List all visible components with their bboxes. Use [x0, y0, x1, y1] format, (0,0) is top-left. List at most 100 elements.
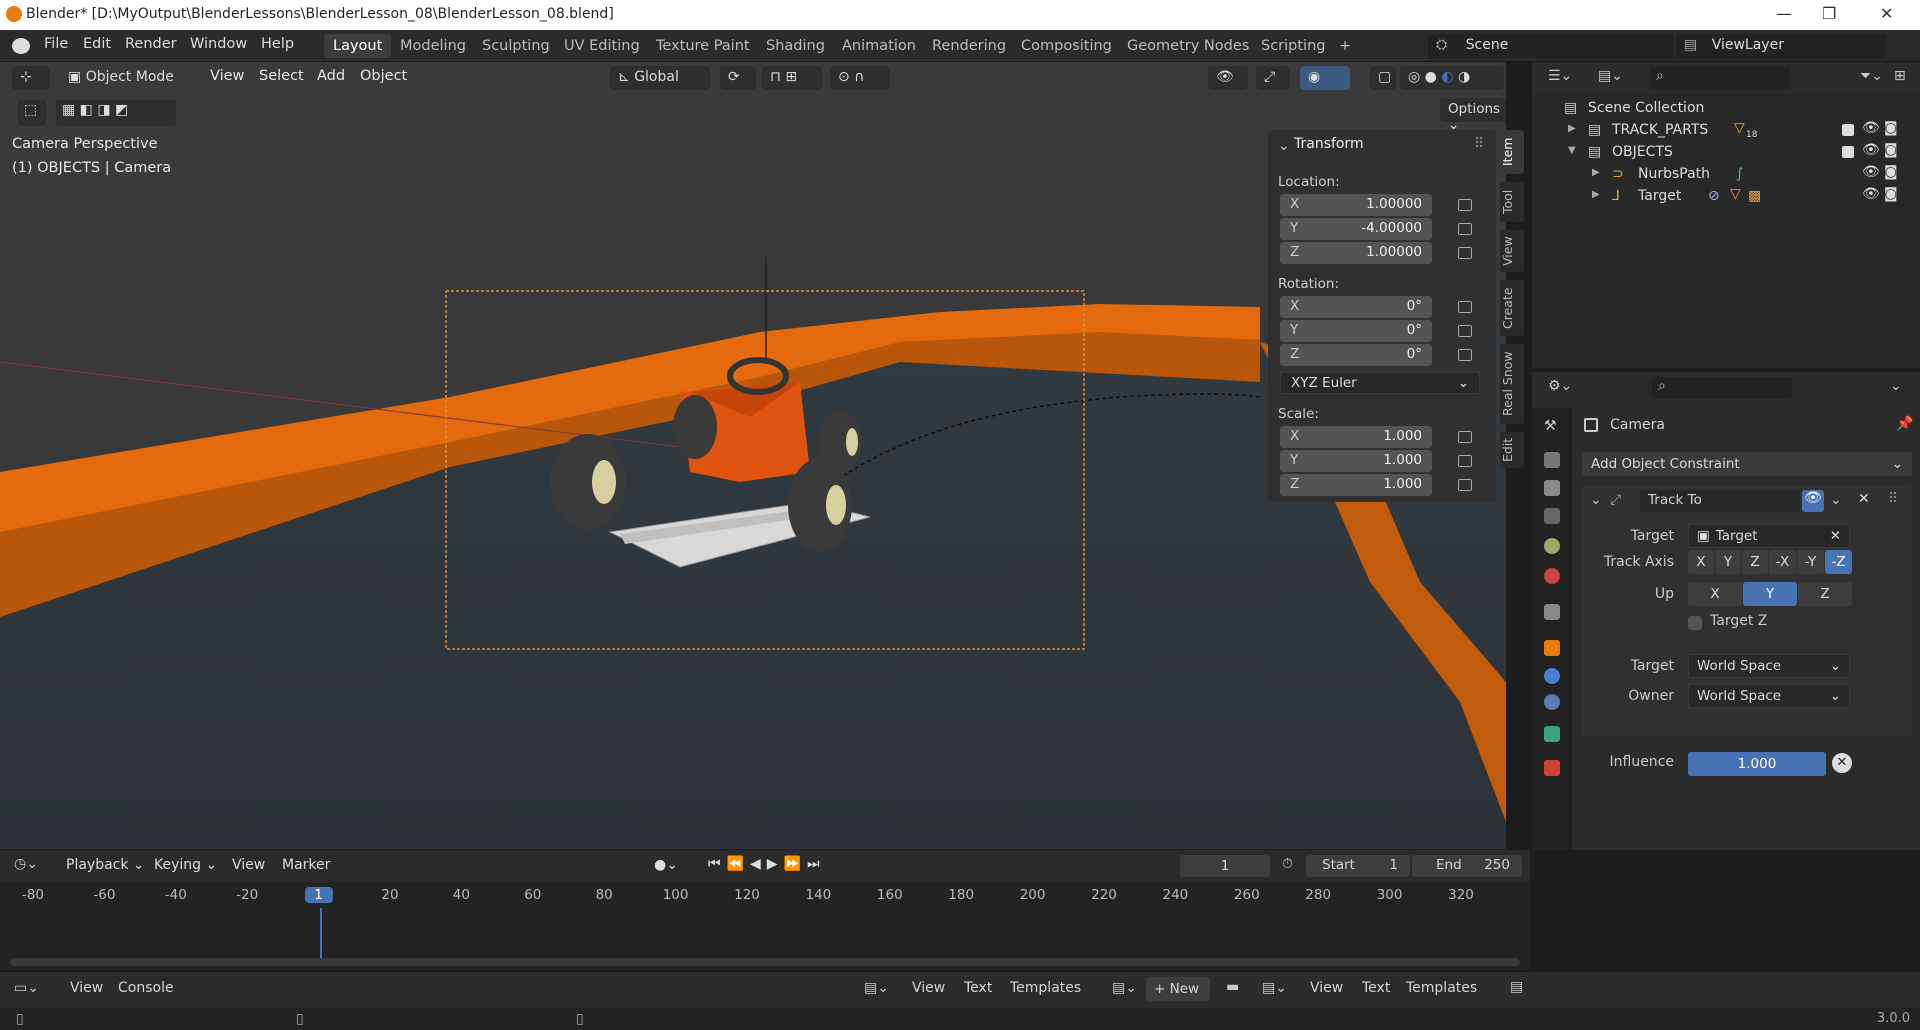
up-axis-z-button[interactable]: Z — [1798, 582, 1852, 606]
editor-type-icon[interactable]: ⊹ — [12, 66, 50, 90]
view-layer-selector[interactable]: ▤ ViewLayer — [1676, 34, 1886, 58]
text2-menu-templates[interactable]: Templates — [1406, 980, 1477, 996]
add-workspace-button[interactable]: + — [1330, 34, 1360, 58]
properties-editor-icon[interactable]: ⚙⌄ — [1548, 378, 1572, 394]
scene-tab-icon[interactable] — [1544, 538, 1560, 554]
menu-render[interactable]: Render — [125, 36, 177, 52]
constraint-name-input[interactable]: Track To — [1640, 490, 1800, 512]
select-mode-icons[interactable]: ▦ ◧ ◨ ◩ — [56, 100, 176, 126]
lock-icon[interactable] — [1458, 431, 1472, 443]
filter-icon[interactable]: ⏷⌄ — [1860, 68, 1883, 84]
location-z-field[interactable]: Z 1.00000 — [1280, 242, 1432, 264]
menu-file[interactable]: File — [44, 36, 68, 52]
outliner-row-track-parts[interactable]: ▶ ▤ TRACK_PARTS ▽ 18 👁 ◙ — [1532, 120, 1920, 142]
timeline-menu-playback[interactable]: Playback ⌄ — [66, 857, 145, 873]
physics-tab-icon[interactable] — [1544, 668, 1560, 684]
console-editor-icon[interactable]: ▭⌄ — [14, 980, 39, 996]
pin-icon[interactable]: 📌 — [1896, 416, 1913, 432]
properties-search-input[interactable]: ⌕ — [1652, 377, 1792, 399]
viewport-menu-object[interactable]: Object — [360, 68, 407, 84]
collection-tab-icon[interactable] — [1544, 604, 1560, 620]
timeline-menu-keying[interactable]: Keying ⌄ — [154, 857, 217, 873]
tab-texture-paint[interactable]: Texture Paint — [647, 34, 759, 58]
new-text-button[interactable]: + New — [1146, 977, 1210, 1001]
owner-space-dropdown[interactable]: World Space ⌄ — [1688, 684, 1850, 708]
eye-icon[interactable]: 👁 — [1862, 120, 1880, 136]
target-object-field[interactable]: ▣ Target ✕ — [1688, 524, 1850, 548]
tab-uv-editing[interactable]: UV Editing — [555, 34, 649, 58]
drag-handle-icon[interactable]: ⠿ — [1474, 136, 1484, 152]
visibility-icon[interactable]: 👁 — [1208, 66, 1248, 90]
chevron-down-icon[interactable]: ⌄ — [1890, 378, 1902, 394]
lock-icon[interactable] — [1458, 301, 1472, 313]
rotation-y-field[interactable]: Y 0° — [1280, 320, 1432, 342]
texture-tab-icon[interactable] — [1544, 760, 1560, 776]
text-menu-text[interactable]: Text — [964, 980, 992, 996]
pivot-icon[interactable]: ⟳ — [720, 66, 756, 90]
chevron-down-icon[interactable]: ⌄ — [1830, 492, 1842, 508]
tab-layout[interactable]: Layout — [324, 34, 392, 58]
checkbox-icon[interactable] — [1842, 124, 1854, 136]
camera-render-icon[interactable]: ◙ — [1884, 142, 1898, 158]
eye-icon[interactable]: 👁 — [1862, 142, 1880, 158]
viewport-menu-add[interactable]: Add — [317, 68, 345, 84]
outliner-row-target[interactable]: ▶ ⅃ Target ⊘ ▽ ▩ 👁 ◙ — [1532, 186, 1920, 208]
camera-data-tab-icon[interactable] — [1544, 726, 1560, 742]
rotation-mode-dropdown[interactable]: XYZ Euler ⌄ — [1280, 372, 1480, 394]
outliner-row-nurbspath[interactable]: ▶ ⊃ NurbsPath ∫ 👁 ◙ — [1532, 164, 1920, 186]
proportional-edit-icon[interactable]: ⊙ ∩ — [830, 66, 890, 90]
tab-create[interactable]: Create — [1500, 280, 1524, 336]
snap-icon[interactable]: ⊓ ⊞ — [762, 66, 822, 90]
sidebar-toggle-icon[interactable]: ▤ — [1510, 979, 1523, 995]
console-menu-console[interactable]: Console — [118, 980, 174, 996]
expand-arrow-icon[interactable]: ▶ — [1592, 189, 1600, 200]
eye-icon[interactable]: 👁 — [1862, 186, 1880, 202]
target-space-dropdown[interactable]: World Space ⌄ — [1688, 654, 1850, 678]
maximize-button[interactable]: ❐ — [1822, 4, 1836, 23]
outliner-row-scene-collection[interactable]: ▤ Scene Collection — [1532, 98, 1920, 120]
end-frame-field[interactable]: End 250 — [1412, 855, 1522, 877]
tab-sculpting[interactable]: Sculpting — [473, 34, 559, 58]
enable-constraint-eye-icon[interactable]: 👁 — [1802, 490, 1824, 512]
location-y-field[interactable]: Y -4.00000 — [1280, 218, 1432, 240]
tab-modeling[interactable]: Modeling — [391, 34, 475, 58]
render-tab-icon[interactable] — [1544, 452, 1560, 468]
start-frame-field[interactable]: Start 1 — [1306, 855, 1410, 877]
track-axis-neg-y-button[interactable]: -Y — [1797, 550, 1824, 574]
timeline-scrollbar[interactable] — [10, 958, 1520, 966]
tab-edit[interactable]: Edit — [1500, 432, 1524, 468]
eye-icon[interactable]: 👁 — [1862, 164, 1880, 180]
clear-icon[interactable]: ✕ — [1830, 528, 1841, 544]
constraint-tab-icon[interactable] — [1544, 694, 1560, 710]
output-tab-icon[interactable] — [1544, 480, 1560, 496]
lock-icon[interactable] — [1458, 199, 1472, 211]
text2-menu-text[interactable]: Text — [1362, 980, 1390, 996]
track-axis-z-button[interactable]: Z — [1742, 550, 1768, 574]
scene-selector[interactable]: ⛭ Scene — [1428, 34, 1674, 58]
rotation-x-field[interactable]: X 0° — [1280, 296, 1432, 318]
outliner-search-input[interactable]: ⌕ — [1650, 67, 1790, 89]
expand-arrow-icon[interactable]: ▶ — [1592, 167, 1600, 178]
display-mode-icon[interactable]: ▤⌄ — [1598, 68, 1623, 84]
track-axis-neg-x-button[interactable]: -X — [1769, 550, 1796, 574]
select-cursor-icon[interactable]: ⬚ — [18, 100, 46, 126]
timeline-menu-marker[interactable]: Marker — [282, 857, 330, 873]
collapse-chevron-icon[interactable]: ⌄ — [1278, 138, 1290, 154]
track-axis-y-button[interactable]: Y — [1715, 550, 1741, 574]
world-tab-icon[interactable] — [1544, 568, 1560, 584]
camera-render-icon[interactable]: ◙ — [1884, 186, 1898, 202]
text-editor-2-icon[interactable]: ▤⌄ — [1262, 980, 1287, 996]
lock-icon[interactable] — [1458, 479, 1472, 491]
up-axis-x-button[interactable]: X — [1688, 582, 1742, 606]
close-window-button[interactable]: ✕ — [1880, 4, 1893, 23]
transform-orientation-dropdown[interactable]: ⊾ Global — [610, 66, 710, 90]
new-collection-icon[interactable]: ⊞ — [1894, 68, 1906, 84]
timeline-menu-view[interactable]: View — [232, 857, 265, 873]
blender-menu-icon[interactable] — [12, 38, 30, 54]
tab-shading[interactable]: Shading — [757, 34, 834, 58]
drag-handle-icon[interactable]: ⠿ — [1888, 491, 1898, 507]
text-menu-templates[interactable]: Templates — [1010, 980, 1081, 996]
console-menu-view[interactable]: View — [70, 980, 103, 996]
tool-tab-icon[interactable]: ⚒ — [1544, 418, 1560, 434]
options-dropdown[interactable]: Options ⌄ — [1440, 98, 1506, 133]
